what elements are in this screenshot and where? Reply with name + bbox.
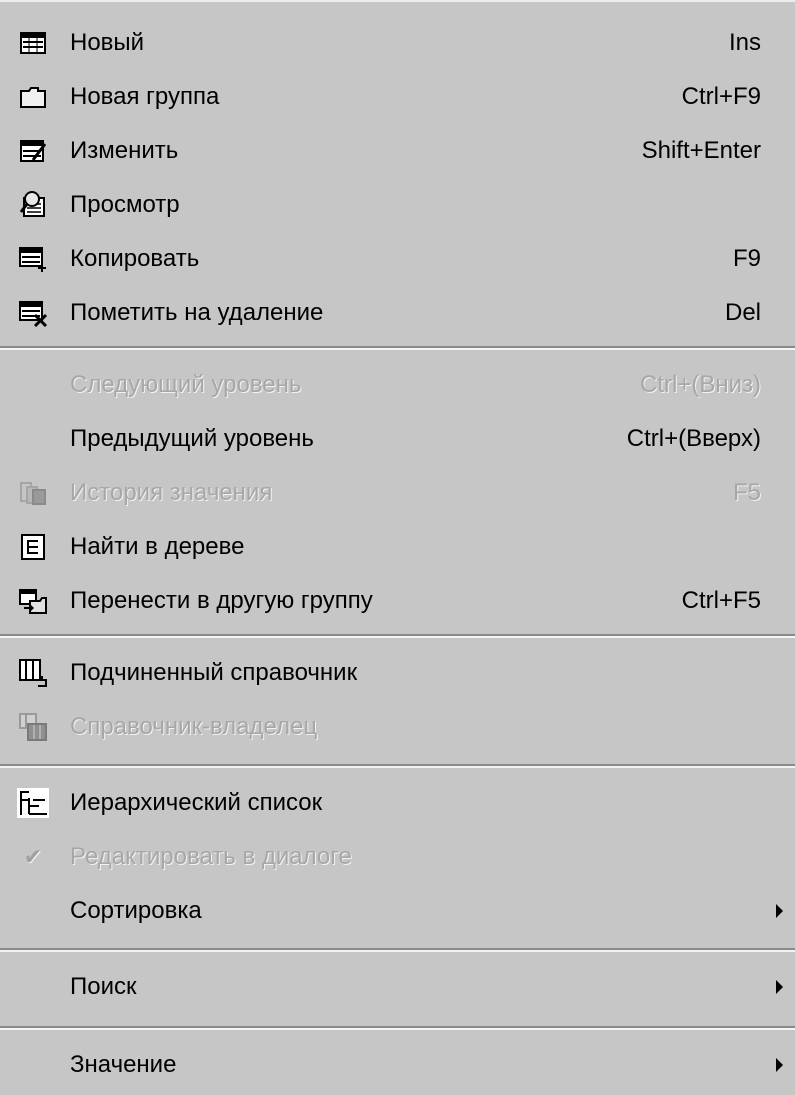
menu-separator xyxy=(0,764,795,768)
menu-separator xyxy=(0,634,795,638)
menu-separator xyxy=(0,346,795,350)
menu-item-find-in-tree[interactable]: Найти в дереве xyxy=(0,520,795,574)
menu-item-new-group[interactable]: Новая группа Ctrl+F9 xyxy=(0,70,795,124)
history-icon xyxy=(16,476,50,510)
menu-item-label: Редактировать в диалоге xyxy=(70,843,352,870)
menu-item-mark-delete[interactable]: Пометить на удаление Del xyxy=(0,286,795,340)
menu-item-shortcut: F5 xyxy=(732,479,761,506)
submenu-arrow-icon xyxy=(776,980,783,994)
menu-item-view[interactable]: Просмотр xyxy=(0,178,795,232)
menu-item-owner-catalog[interactable]: Справочник-владелец xyxy=(0,700,795,754)
menu-item-hierarchical-list[interactable]: Иерархический список xyxy=(0,776,795,830)
menu-item-shortcut: F9 xyxy=(732,245,761,272)
menu-item-sort[interactable]: Сортировка xyxy=(0,884,795,938)
tree-find-icon xyxy=(16,530,50,564)
menu-item-shortcut: Ins xyxy=(728,29,761,56)
menu-item-label: Новая группа xyxy=(70,83,220,110)
submenu-arrow-icon xyxy=(776,1058,783,1072)
menu-item-label: Просмотр xyxy=(70,191,180,218)
menu-item-new[interactable]: Новый Ins xyxy=(0,16,795,70)
menu-item-edit-in-dialog[interactable]: ✔ Редактировать в диалоге xyxy=(0,830,795,884)
menu-item-label: Поиск xyxy=(70,973,137,1000)
menu-item-prev-level[interactable]: Предыдущий уровень Ctrl+(Вверх) xyxy=(0,412,795,466)
menu-item-search[interactable]: Поиск xyxy=(0,960,795,1014)
menu-item-label: Следующий уровень xyxy=(70,371,302,398)
menu-item-label: Сортировка xyxy=(70,897,202,924)
menu-item-move-to-group[interactable]: Перенести в другую группу Ctrl+F5 xyxy=(0,574,795,628)
copy-record-icon xyxy=(16,242,50,276)
menu-item-label: История значения xyxy=(70,479,273,506)
menu-item-label: Значение xyxy=(70,1051,177,1078)
new-record-icon xyxy=(16,26,50,60)
menu-item-next-level[interactable]: Следующий уровень Ctrl+(Вниз) xyxy=(0,358,795,412)
menu-item-label: Справочник-владелец xyxy=(70,713,318,740)
menu-item-label: Иерархический список xyxy=(70,789,323,816)
menu-separator xyxy=(0,948,795,952)
move-group-icon xyxy=(16,584,50,618)
menu-item-label: Пометить на удаление xyxy=(70,299,324,326)
menu-item-label: Найти в дереве xyxy=(70,533,245,560)
menu-item-label: Изменить xyxy=(70,137,179,164)
folder-icon xyxy=(16,80,50,114)
menu-item-copy[interactable]: Копировать F9 xyxy=(0,232,795,286)
menu-item-sub-catalog[interactable]: Подчиненный справочник xyxy=(0,646,795,700)
hierarchy-list-icon xyxy=(16,786,50,820)
menu-item-label: Подчиненный справочник xyxy=(70,659,358,686)
owner-catalog-icon xyxy=(16,710,50,744)
menu-item-value-history[interactable]: История значения F5 xyxy=(0,466,795,520)
menu-item-label: Новый xyxy=(70,29,145,56)
menu-item-edit[interactable]: Изменить Shift+Enter xyxy=(0,124,795,178)
menu-item-shortcut: Ctrl+(Вверх) xyxy=(626,425,761,452)
edit-record-icon xyxy=(16,134,50,168)
menu-item-label: Перенести в другую группу xyxy=(70,587,373,614)
menu-item-shortcut: Ctrl+F5 xyxy=(681,587,761,614)
menu-item-label: Копировать xyxy=(70,245,200,272)
menu-item-shortcut: Shift+Enter xyxy=(641,137,761,164)
menu-separator xyxy=(0,1026,795,1030)
view-magnifier-icon xyxy=(16,188,50,222)
sub-catalog-icon xyxy=(16,656,50,690)
menu-item-shortcut: Ctrl+F9 xyxy=(681,83,761,110)
menu-item-label: Предыдущий уровень xyxy=(70,425,314,452)
menu-item-shortcut: Del xyxy=(724,299,761,326)
menu-item-shortcut: Ctrl+(Вниз) xyxy=(640,371,761,398)
submenu-arrow-icon xyxy=(776,904,783,918)
menu-item-value[interactable]: Значение xyxy=(0,1038,795,1092)
context-menu: Новый Ins Новая группа Ctrl+F9 Изменить … xyxy=(0,0,795,1095)
checkmark-icon: ✔ xyxy=(23,844,43,869)
mark-delete-icon xyxy=(16,296,50,330)
